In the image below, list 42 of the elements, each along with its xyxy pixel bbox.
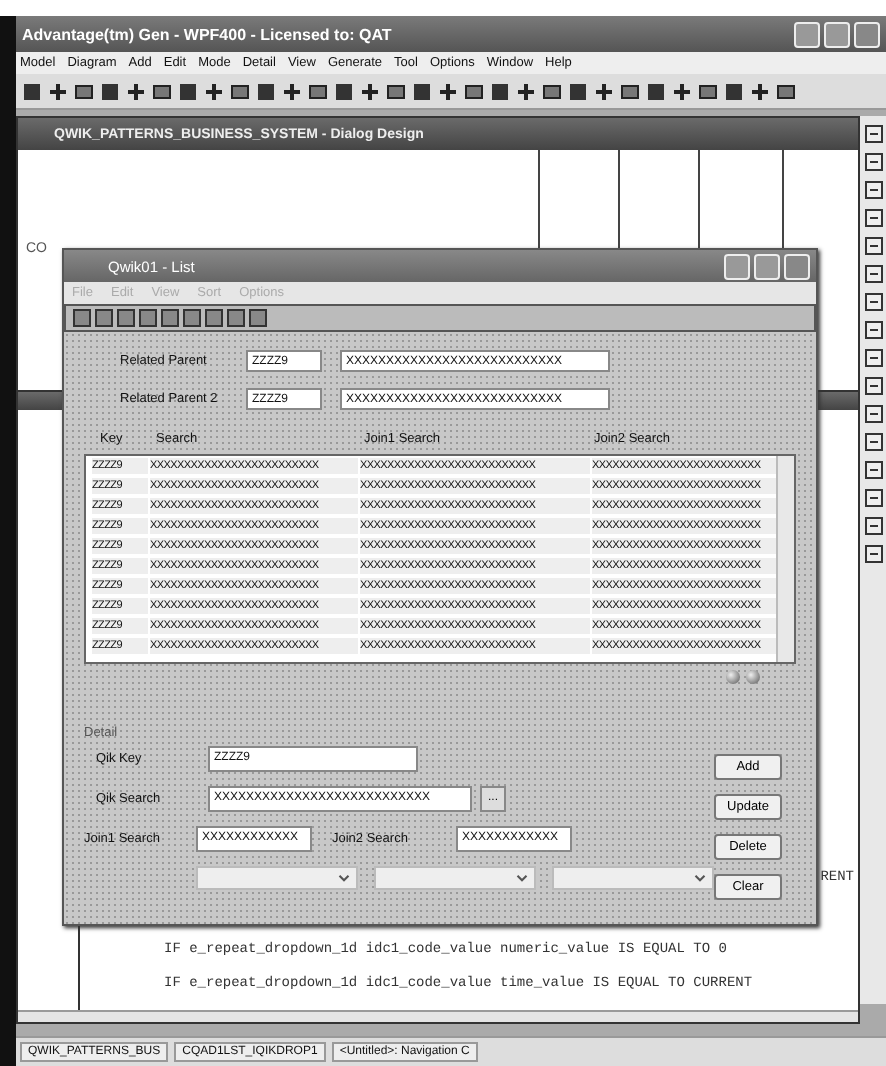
palette-icon[interactable] — [863, 516, 883, 536]
palette-icon[interactable] — [863, 544, 883, 564]
tool-icon[interactable] — [22, 81, 42, 101]
caret-icon — [338, 874, 350, 882]
next-icon[interactable] — [746, 670, 760, 684]
palette-icon[interactable] — [863, 292, 883, 312]
caret-icon — [694, 874, 706, 882]
close-button[interactable] — [854, 21, 880, 47]
tool-icon[interactable] — [48, 81, 68, 101]
palette-icon[interactable] — [863, 404, 883, 424]
palette-icon[interactable] — [863, 488, 883, 508]
palette-icon[interactable] — [863, 208, 883, 228]
tool-icon[interactable] — [438, 81, 458, 101]
scroll-bar[interactable] — [776, 456, 794, 662]
previous-icon[interactable] — [726, 670, 740, 684]
close-button[interactable] — [784, 253, 810, 279]
tool-icon[interactable] — [126, 81, 146, 101]
scroll-bar[interactable] — [18, 1009, 858, 1022]
palette-icon[interactable] — [863, 264, 883, 284]
palette-icon[interactable] — [863, 376, 883, 396]
palette-icon[interactable] — [863, 348, 883, 368]
tool-icon[interactable] — [776, 81, 796, 101]
tool-icon[interactable] — [204, 81, 224, 101]
palette-icon[interactable] — [863, 124, 883, 144]
tool-icon[interactable] — [360, 81, 380, 101]
tool-icon[interactable] — [750, 81, 770, 101]
palette-icon[interactable] — [863, 180, 883, 200]
maximize-button[interactable] — [824, 21, 850, 47]
palette-icon[interactable] — [863, 320, 883, 340]
tool-icon[interactable] — [594, 81, 614, 101]
minimize-button[interactable] — [724, 253, 750, 279]
window-title: Advantage(tm) Gen - WPF400 - Licensed to: QAT — [22, 25, 394, 43]
tool-icon[interactable] — [282, 81, 302, 101]
palette-icon[interactable] — [863, 432, 883, 452]
maximize-button[interactable] — [754, 253, 780, 279]
tool-icon[interactable] — [516, 81, 536, 101]
minimize-button[interactable] — [794, 21, 820, 47]
palette-icon[interactable] — [863, 152, 883, 172]
palette-icon[interactable] — [863, 236, 883, 256]
palette-icon[interactable] — [863, 460, 883, 480]
caret-icon — [516, 874, 528, 882]
tool-icon[interactable] — [672, 81, 692, 101]
